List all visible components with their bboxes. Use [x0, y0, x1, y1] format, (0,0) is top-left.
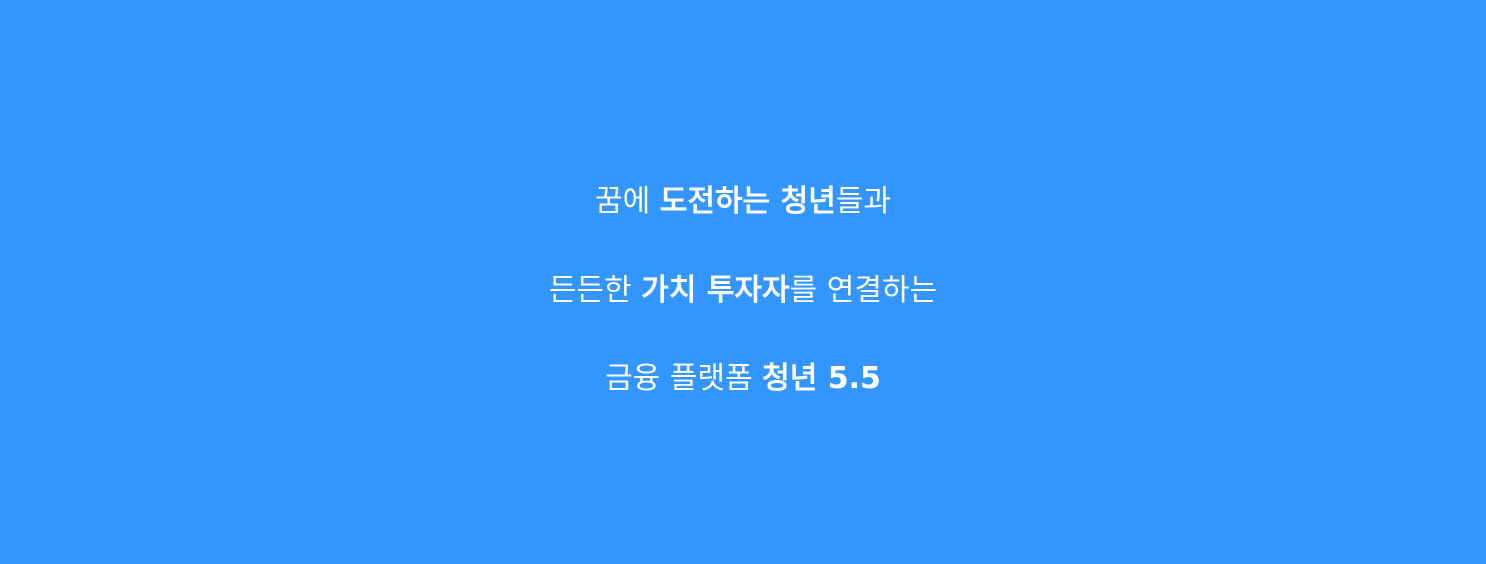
brand-name: 청년 5.5 — [762, 361, 881, 396]
tagline-line-3: 금융 플랫폼 청년 5.5 — [0, 359, 1486, 399]
tagline-text: 금융 플랫폼 — [605, 361, 763, 396]
tagline-line-2: 든든한 가치 투자자를 연결하는 — [0, 271, 1486, 311]
hero-banner: 꿈에 도전하는 청년들과 든든한 가치 투자자를 연결하는 금융 플랫폼 청년 … — [0, 0, 1486, 564]
tagline-emphasis: 가치 투자자 — [641, 273, 790, 308]
tagline-text: 를 연결하는 — [789, 273, 938, 308]
tagline-text: 들과 — [835, 184, 891, 219]
tagline-emphasis: 도전하는 청년 — [659, 184, 836, 219]
tagline-text: 꿈에 — [595, 184, 660, 219]
tagline-line-1: 꿈에 도전하는 청년들과 — [0, 182, 1486, 222]
tagline-text: 든든한 — [548, 273, 642, 308]
